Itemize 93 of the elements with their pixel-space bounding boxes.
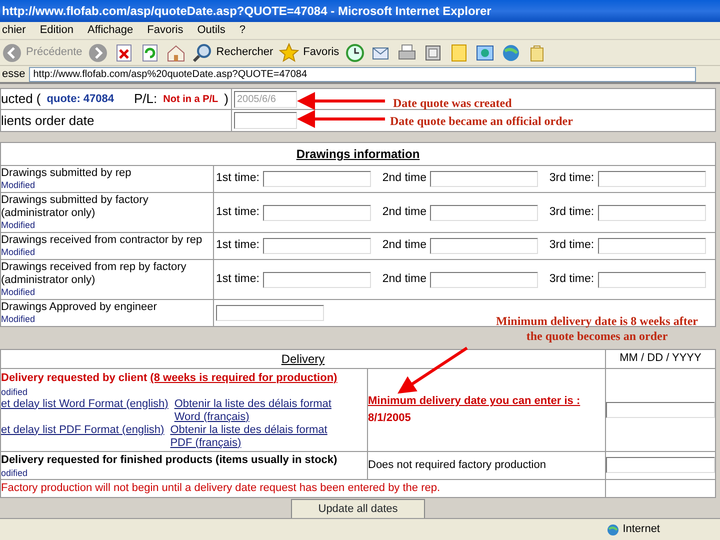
min-date-label: Minimum delivery date you can enter is : bbox=[368, 394, 582, 410]
warning-text: Factory production will not begin until a delivery date request has been entered by the rep. bbox=[1, 482, 440, 494]
time-label: 1st time: bbox=[216, 238, 260, 254]
stop-icon bbox=[114, 42, 134, 62]
date-field[interactable] bbox=[263, 238, 372, 254]
history-icon bbox=[345, 42, 366, 62]
forward-icon bbox=[88, 42, 108, 62]
toolbar-button[interactable]: Favoris bbox=[279, 42, 340, 62]
arrow bbox=[398, 346, 468, 394]
annotation-text: Date quote was created bbox=[393, 95, 512, 112]
zone-label: Internet bbox=[622, 522, 660, 538]
row-label: Drawings submitted by factory (administrator only) bbox=[1, 194, 150, 220]
date-format: MM / DD / YYYY bbox=[620, 352, 702, 364]
media-icon bbox=[475, 42, 496, 62]
menu-item[interactable]: Affichage bbox=[87, 22, 134, 39]
time-label: 1st time: bbox=[216, 272, 260, 287]
date-field[interactable] bbox=[598, 238, 706, 254]
quote-number: quote: 47084 bbox=[46, 92, 114, 107]
min-date: 8/1/2005 bbox=[368, 410, 412, 426]
time-label: 3rd time: bbox=[549, 272, 594, 287]
globe-icon bbox=[501, 42, 522, 62]
annotation-text: Minimum delivery date is 8 weeks after the quote becomes an order bbox=[495, 314, 699, 344]
update-button[interactable]: Update all dates bbox=[291, 498, 425, 519]
date-field[interactable] bbox=[598, 204, 706, 220]
download-link[interactable]: et delay list PDF Format (english) bbox=[1, 424, 164, 450]
date-field[interactable] bbox=[430, 272, 538, 288]
annotation-text: Date quote became an official order bbox=[390, 113, 573, 130]
date-field[interactable] bbox=[598, 272, 706, 288]
note-icon bbox=[449, 42, 470, 62]
date-field[interactable] bbox=[263, 204, 372, 220]
window-title: http://www.flofab.com/asp/quoteDate.asp?QUOTE=47084 - Microsoft Internet Explorer bbox=[2, 3, 492, 20]
toolbar-button[interactable] bbox=[114, 42, 134, 62]
home-icon bbox=[166, 42, 186, 62]
row-label: Drawings Approved by engineer bbox=[1, 301, 158, 314]
star-icon bbox=[279, 42, 300, 62]
date-field[interactable] bbox=[606, 402, 715, 418]
toolbar-button[interactable]: Rechercher bbox=[192, 42, 274, 62]
time-label: 2nd time bbox=[382, 272, 426, 287]
date-field[interactable] bbox=[216, 305, 324, 321]
paren: ) bbox=[224, 90, 228, 108]
row-label: Delivery requested for finished products (items usually in stock) bbox=[1, 452, 338, 468]
modified-link[interactable]: odified bbox=[1, 468, 367, 479]
printer-icon bbox=[397, 42, 418, 62]
menu-item[interactable]: ? bbox=[239, 22, 246, 39]
toolbar-button[interactable] bbox=[345, 42, 366, 62]
pl-value: Not in a P/L bbox=[163, 92, 218, 106]
menu-item[interactable]: chier bbox=[2, 22, 26, 39]
row-label: Drawings received from contractor by rep bbox=[1, 234, 204, 247]
modified-link[interactable]: odified bbox=[1, 386, 367, 398]
back-icon bbox=[2, 42, 22, 62]
modified-link[interactable]: Modified bbox=[1, 220, 213, 231]
row-label: Delivery requested by client bbox=[1, 372, 148, 384]
address-label: esse bbox=[2, 66, 26, 82]
time-label: 1st time: bbox=[216, 171, 260, 186]
date-field[interactable] bbox=[430, 171, 538, 187]
field-label: ucted ( bbox=[1, 90, 41, 108]
section-title: Delivery bbox=[281, 351, 325, 368]
field-label: lients order date bbox=[1, 112, 94, 130]
modified-link[interactable]: Modified bbox=[1, 287, 213, 298]
time-label: 2nd time bbox=[382, 204, 426, 220]
search-icon bbox=[192, 42, 212, 62]
menu-item[interactable]: Edition bbox=[40, 22, 74, 39]
time-label: 2nd time bbox=[382, 171, 426, 186]
modified-link[interactable]: Modified bbox=[1, 180, 213, 191]
menu-item[interactable]: Outils bbox=[197, 22, 226, 39]
modified-link[interactable]: Modified bbox=[1, 247, 213, 258]
globe-icon bbox=[606, 524, 619, 536]
date-field[interactable] bbox=[263, 272, 372, 288]
download-link[interactable]: Obtenir la liste des délais format Word (français) bbox=[174, 398, 354, 424]
date-field[interactable] bbox=[430, 238, 538, 254]
pl-label: P/L: bbox=[134, 90, 158, 108]
time-label: 3rd time: bbox=[549, 238, 594, 254]
date-field[interactable] bbox=[263, 171, 372, 187]
address-field[interactable]: http://www.flofab.com/asp%20quoteDate.asp?QUOTE=47084 bbox=[29, 66, 696, 82]
modified-link[interactable]: Modified bbox=[1, 314, 213, 325]
production-link[interactable]: (8 weeks is required for production) bbox=[150, 372, 338, 384]
time-label: 3rd time: bbox=[549, 171, 594, 186]
date-field[interactable] bbox=[606, 457, 715, 474]
time-label: 1st time: bbox=[216, 204, 260, 220]
section-title: Drawings information bbox=[1, 143, 715, 166]
time-label: 3rd time: bbox=[549, 204, 594, 220]
window-icon bbox=[423, 42, 444, 62]
download-link[interactable]: Obtenir la liste des délais format PDF (français) bbox=[170, 424, 350, 450]
date-field[interactable] bbox=[234, 112, 297, 129]
menu-item[interactable]: Favoris bbox=[147, 22, 184, 39]
refresh-icon bbox=[140, 42, 160, 62]
time-label: 2nd time bbox=[382, 238, 426, 254]
date-field[interactable] bbox=[430, 204, 538, 220]
row-label: Drawings received from rep by factory (administrator only) bbox=[1, 261, 188, 287]
info-text: Does not required factory production bbox=[368, 458, 546, 473]
date-field[interactable] bbox=[598, 171, 706, 187]
download-link[interactable]: et delay list Word Format (english) bbox=[1, 398, 168, 424]
row-label: Drawings submitted by rep bbox=[1, 167, 132, 180]
